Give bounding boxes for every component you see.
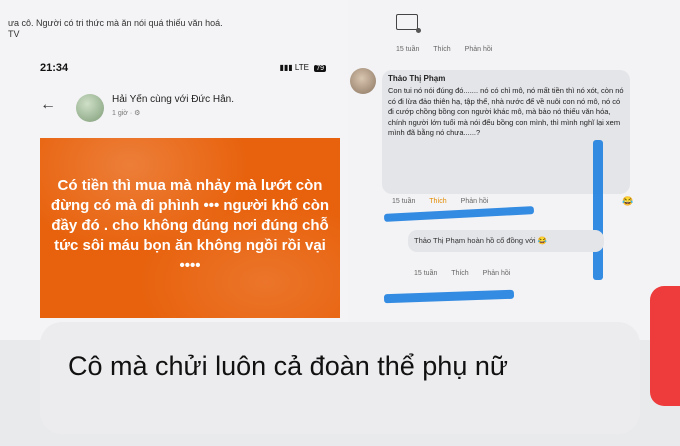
red-marker-decoration <box>650 286 680 406</box>
battery-icon: 79 <box>314 65 326 72</box>
commenter-avatar[interactable] <box>350 68 376 94</box>
status-icons: ▮▮▮ LTE 79 <box>279 63 326 72</box>
like-link[interactable]: Thích <box>429 198 447 205</box>
post-header: ← Hải Yến cùng với Đức Hân. 1 giờ · ⚙ <box>40 92 330 126</box>
right-screenshot: 15 tuần Thích Phản hồi Thảo Thị Phạm Con… <box>348 0 680 340</box>
comment-text: Con tui nó nói đúng đó....... nó có chỉ … <box>388 86 624 137</box>
avatar[interactable] <box>76 94 104 122</box>
post-image-card[interactable]: Có tiền thì mua mà nhảy mà lướt còn đừng… <box>40 138 340 318</box>
status-bar: 21:34 ▮▮▮ LTE 79 <box>40 62 330 78</box>
meta-time: 15 tuần <box>396 46 420 53</box>
meta-time: 15 tuần <box>414 270 438 277</box>
reply-link[interactable]: Phản hồi <box>461 198 489 205</box>
back-arrow-icon[interactable]: ← <box>40 96 56 114</box>
reply-meta: 15 tuần Thích Phản hồi <box>414 270 522 277</box>
comment-meta: 15 tuần Thích Phản hồi <box>392 198 500 205</box>
reply-link[interactable]: Phản hồi <box>483 270 511 277</box>
laugh-emoji-icon: 😂 <box>622 196 634 206</box>
status-time: 21:34 <box>40 62 69 74</box>
blue-scribble-3 <box>383 289 515 304</box>
signal-icon: ▮▮▮ <box>279 63 293 72</box>
network-label: LTE <box>294 63 309 72</box>
reply-bubble: Thảo Thị Phạm hoàn hồ cổ đồng với 😂 <box>408 230 604 252</box>
top-comment-meta: 15 tuần Thích Phản hồi <box>396 46 504 53</box>
reply-text: Thảo Thị Phạm hoàn hồ cổ đồng với 😂 <box>414 236 547 245</box>
caption-bubble: Cô mà chửi luôn cả đoàn thể phụ nữ <box>40 322 640 434</box>
commenter-name[interactable]: Thảo Thị Phạm <box>388 74 445 83</box>
caption-text: Cô mà chửi luôn cả đoàn thể phụ nữ <box>68 351 508 381</box>
blue-scribble-1 <box>383 206 535 222</box>
poster-name[interactable]: Hải Yến cùng với Đức Hân. <box>112 94 234 105</box>
post-meta: 1 giờ · ⚙ <box>112 110 141 117</box>
top-caption: ưa cô. Người có tri thức mà ăn nói quá t… <box>8 18 223 39</box>
meta-time: 15 tuần <box>392 198 416 205</box>
like-link[interactable]: Thích <box>451 270 469 277</box>
blue-scribble-2 <box>593 140 603 280</box>
comment-icon <box>396 14 421 33</box>
reply-link[interactable]: Phản hồi <box>465 46 493 53</box>
like-link[interactable]: Thích <box>433 46 451 53</box>
card-text: Có tiền thì mua mà nhảy mà lướt còn đừng… <box>50 177 330 274</box>
left-screenshot: ưa cô. Người có tri thức mà ăn nói quá t… <box>0 0 348 340</box>
